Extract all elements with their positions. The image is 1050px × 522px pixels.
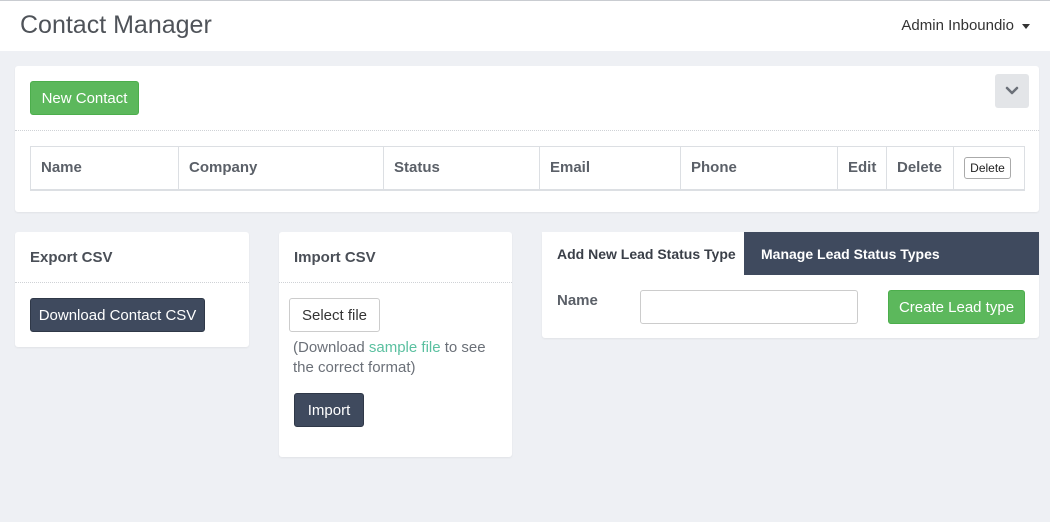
import-csv-panel: Import CSV Select file (Download sample …	[279, 232, 512, 457]
caret-down-icon	[1022, 24, 1030, 29]
download-contact-csv-button[interactable]: Download Contact CSV	[30, 298, 205, 332]
select-file-button[interactable]: Select file	[289, 298, 380, 332]
bulk-delete-button[interactable]: Delete	[964, 156, 1011, 179]
table-header-row: Name Company Status Email Phone Edit Del…	[30, 146, 1025, 191]
app-title: Contact Manager	[20, 11, 212, 39]
contacts-panel: New Contact Name Company Status Email Ph…	[15, 66, 1039, 212]
create-lead-type-button[interactable]: Create Lead type	[888, 290, 1025, 324]
export-csv-panel: Export CSV Download Contact CSV	[15, 232, 249, 347]
lead-status-panel: Add New Lead Status Type Manage Lead Sta…	[542, 232, 1039, 338]
sample-file-link[interactable]: sample file	[369, 339, 441, 356]
lead-status-tabs: Add New Lead Status Type Manage Lead Sta…	[542, 232, 1039, 275]
contacts-table: Name Company Status Email Phone Edit Del…	[30, 146, 1025, 191]
column-header-phone[interactable]: Phone	[680, 146, 838, 191]
name-label: Name	[557, 292, 598, 309]
tab-add-lead-status[interactable]: Add New Lead Status Type	[542, 232, 744, 275]
import-note-prefix: (Download	[293, 339, 369, 356]
collapse-button[interactable]	[995, 74, 1029, 108]
user-menu[interactable]: Admin Inboundio	[901, 17, 1030, 34]
user-name: Admin Inboundio	[901, 17, 1014, 34]
export-csv-title: Export CSV	[15, 232, 249, 283]
column-header-company[interactable]: Company	[178, 146, 384, 191]
column-header-bulk-delete: Delete	[953, 146, 1025, 191]
chevron-down-icon	[1005, 86, 1019, 95]
column-header-name[interactable]: Name	[30, 146, 179, 191]
top-bar: Contact Manager Admin Inboundio	[0, 0, 1050, 51]
import-button[interactable]: Import	[294, 393, 364, 427]
panel-divider	[15, 130, 1039, 131]
column-header-delete: Delete	[886, 146, 954, 191]
import-csv-title: Import CSV	[279, 232, 512, 283]
column-header-status[interactable]: Status	[383, 146, 540, 191]
tab-manage-lead-status[interactable]: Manage Lead Status Types	[744, 232, 1039, 275]
column-header-edit: Edit	[837, 146, 887, 191]
new-contact-button[interactable]: New Contact	[30, 81, 139, 115]
import-note: (Download sample file to see the correct…	[293, 338, 503, 378]
column-header-email[interactable]: Email	[539, 146, 681, 191]
lead-name-input[interactable]	[640, 290, 858, 324]
